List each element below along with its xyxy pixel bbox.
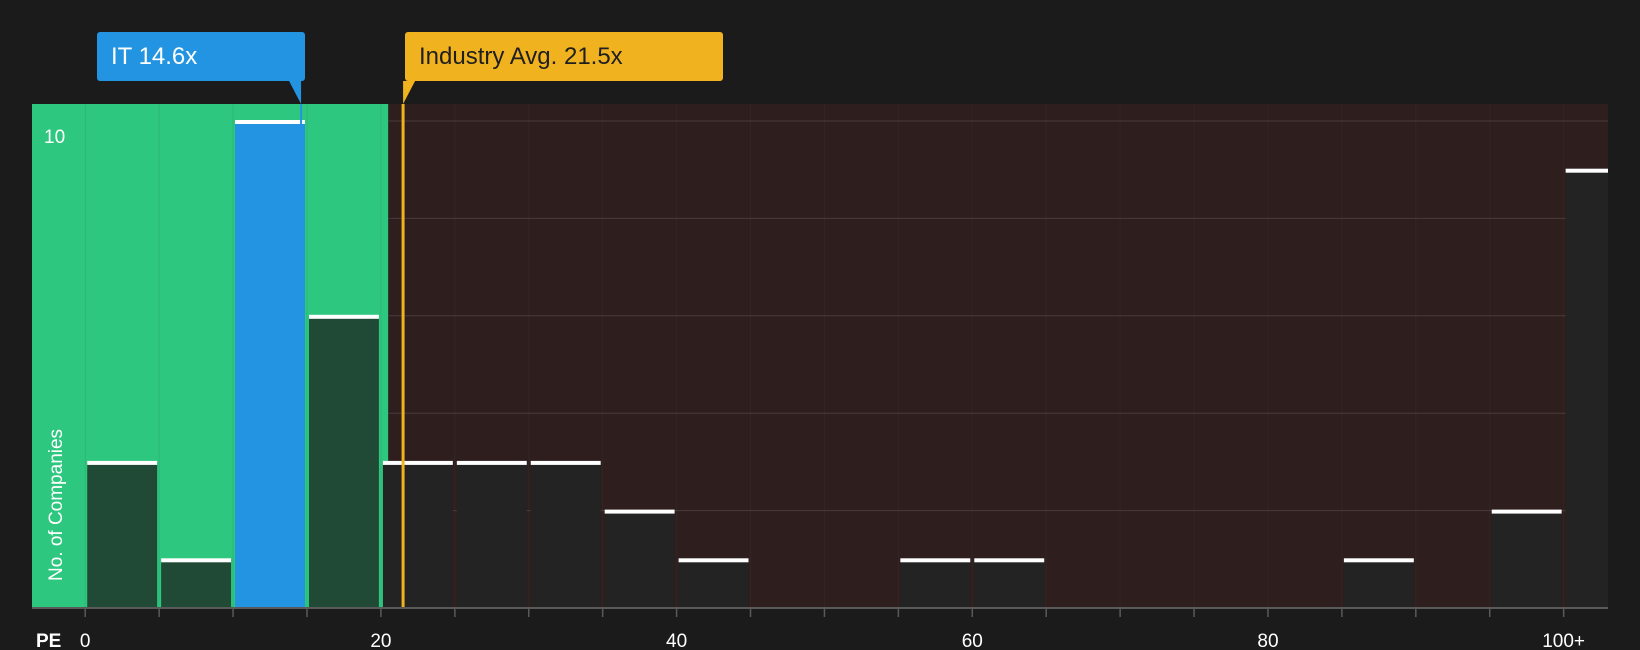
industry-average-callout: Industry Avg. 21.5x	[405, 32, 723, 81]
histogram-bar	[308, 315, 379, 608]
x-axis	[32, 607, 1608, 617]
company-pe-callout: IT 14.6x	[97, 32, 305, 81]
histogram-bar	[235, 121, 305, 608]
bar-cap	[87, 460, 158, 465]
bar-cap	[900, 558, 971, 563]
bar-cap	[308, 314, 379, 319]
bar-cap	[1343, 558, 1414, 563]
histogram-bar	[87, 461, 158, 608]
x-tick-label: 60	[962, 631, 983, 650]
industry-callout-pointer	[403, 81, 416, 104]
histogram-bar	[900, 559, 971, 608]
histogram-bar	[1343, 559, 1414, 608]
histogram-bar	[604, 510, 675, 608]
bar-cap	[1491, 509, 1562, 514]
pe-distribution-chart: 0 20 40 60 80 100+ PE 10 No. of Companies IT 14.…	[0, 0, 1640, 650]
bar-cap	[456, 460, 527, 465]
x-tick-label: 80	[1257, 631, 1278, 650]
x-tick-label: 20	[370, 631, 391, 650]
bar-cap	[382, 460, 453, 465]
x-tick-label: 40	[666, 631, 687, 650]
histogram-bar	[530, 461, 601, 608]
y-tick-label: 10	[44, 127, 65, 148]
histogram-bar	[456, 461, 527, 608]
bar-cap	[235, 120, 305, 124]
x-tick-label: 100+	[1542, 631, 1585, 650]
histogram-bar	[161, 559, 232, 608]
histogram-bar	[1565, 169, 1608, 608]
bar-cap	[530, 460, 601, 465]
bar-cap	[974, 558, 1045, 563]
chart-canvas: 0 20 40 60 80 100+ PE 10 No. of Companies	[32, 81, 1609, 650]
bar-cap	[161, 558, 232, 563]
x-tick-label: 0	[80, 631, 91, 650]
bar-cap	[1565, 168, 1608, 173]
x-axis-label: PE	[36, 631, 61, 650]
histogram-bar	[974, 559, 1045, 608]
histogram-bar	[382, 461, 453, 608]
histogram-bar	[1491, 510, 1562, 608]
y-axis-label: No. of Companies	[46, 429, 67, 581]
bar-cap	[604, 509, 675, 514]
company-callout-pointer	[289, 81, 302, 104]
histogram-bar	[678, 559, 749, 608]
bar-cap	[678, 558, 749, 563]
